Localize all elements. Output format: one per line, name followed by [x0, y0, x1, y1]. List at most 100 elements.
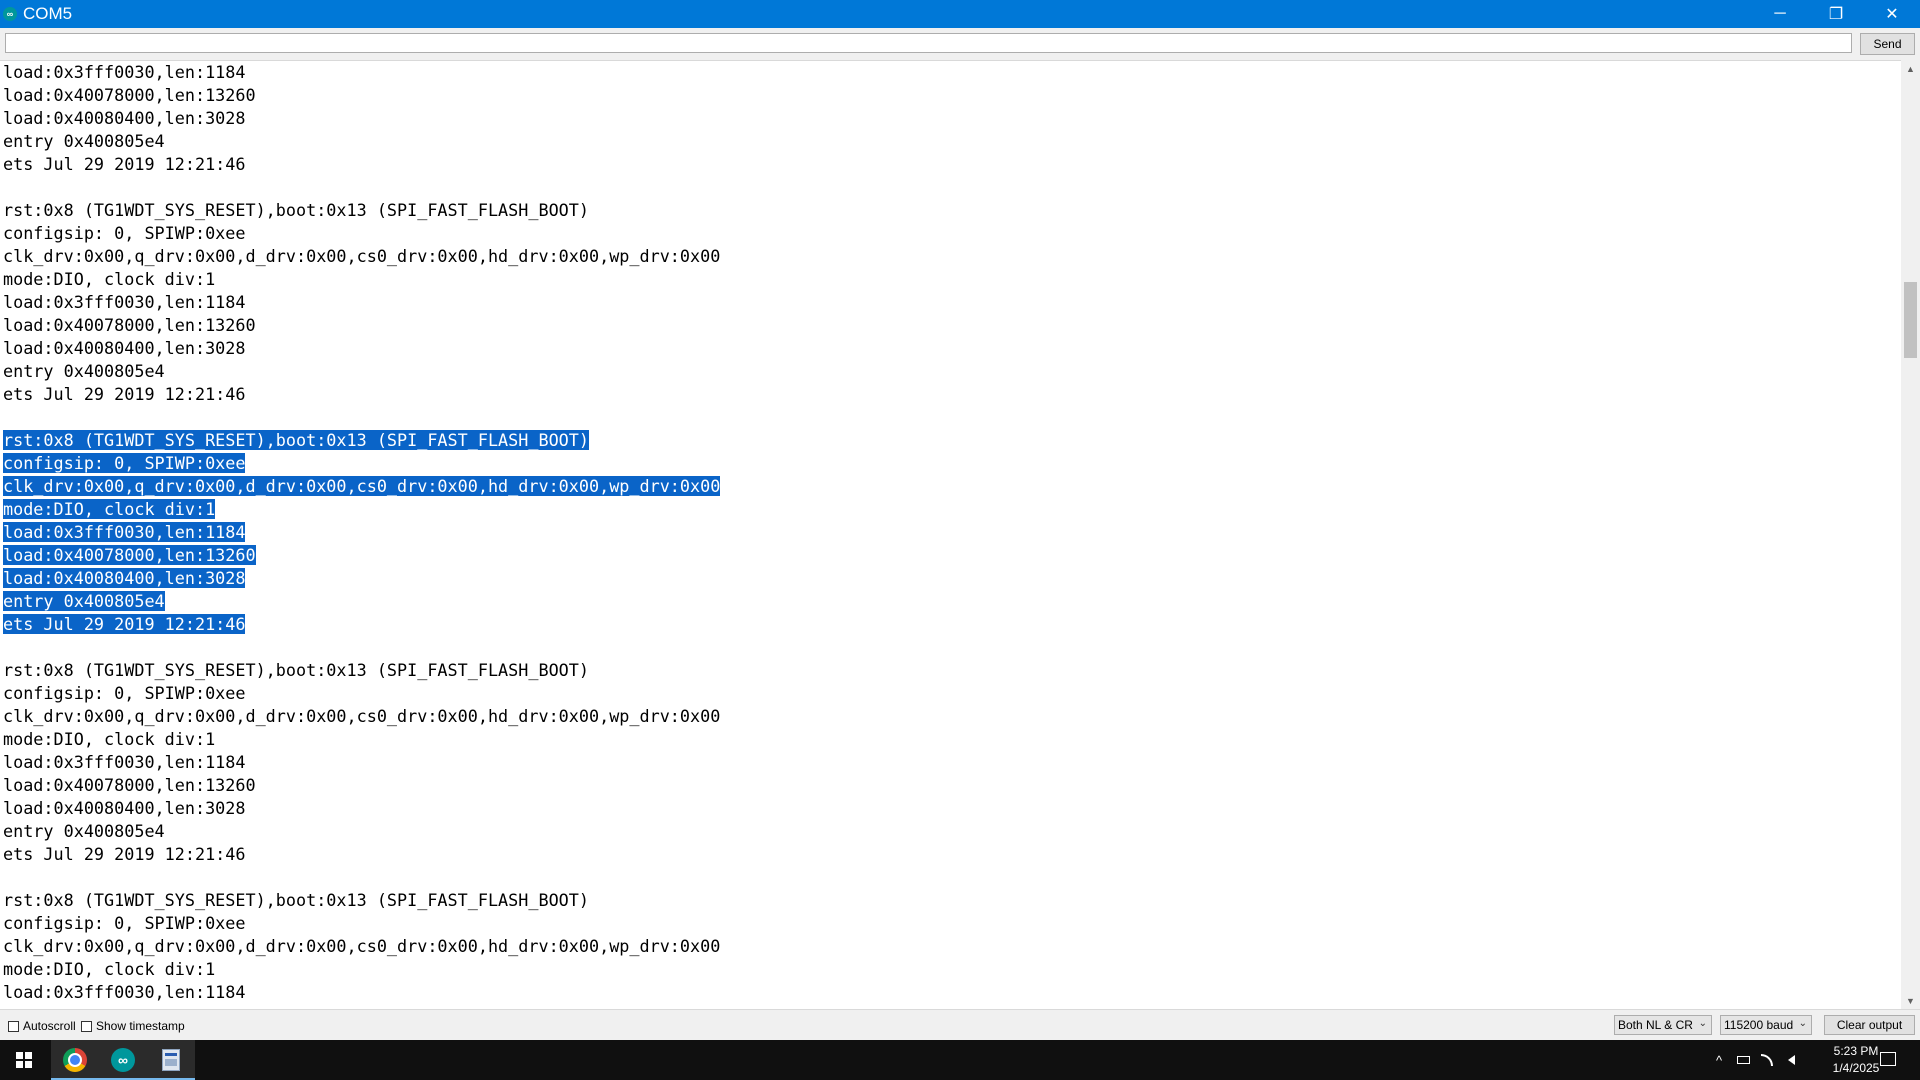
serial-output-line-text: load:0x3fff0030,len:1184 [3, 982, 246, 1002]
serial-output-line-text: entry 0x400805e4 [3, 821, 165, 841]
network-icon[interactable] [1756, 1040, 1778, 1080]
serial-output-line-text: load:0x40078000,len:13260 [3, 85, 256, 105]
serial-output-line: clk_drv:0x00,q_drv:0x00,d_drv:0x00,cs0_d… [0, 245, 1901, 268]
chevron-down-icon: ⌄ [1698, 1018, 1707, 1029]
title-bar: ∞ COM5 ─ ❐ ✕ [0, 0, 1920, 28]
windows-taskbar: ∞ ^ 5:23 PM 1/4/2025 [0, 1040, 1920, 1080]
serial-output-line: load:0x3fff0030,len:1184 [0, 521, 1901, 544]
send-button[interactable]: Send [1860, 33, 1915, 55]
serial-output-line: rst:0x8 (TG1WDT_SYS_RESET),boot:0x13 (SP… [0, 659, 1901, 682]
battery-icon[interactable] [1732, 1040, 1754, 1080]
serial-output-line-text: ets Jul 29 2019 12:21:46 [3, 384, 246, 404]
serial-output-line: ets Jul 29 2019 12:21:46 [0, 153, 1901, 176]
windows-start-icon [16, 1052, 32, 1068]
close-button[interactable]: ✕ [1864, 0, 1920, 28]
serial-output-line: load:0x40078000,len:13260 [0, 774, 1901, 797]
window-title: COM5 [23, 4, 73, 23]
checkbox-icon [8, 1020, 19, 1032]
serial-output-line: entry 0x400805e4 [0, 130, 1901, 153]
serial-output-line-text: entry 0x400805e4 [3, 361, 165, 381]
scroll-up-arrow-icon[interactable]: ▲ [1901, 60, 1920, 77]
serial-output-line-text: ets Jul 29 2019 12:21:46 [3, 614, 246, 634]
serial-output-line: load:0x40078000,len:13260 [0, 84, 1901, 107]
serial-output-line-text: load:0x40080400,len:3028 [3, 568, 246, 588]
serial-output-line-text: load:0x3fff0030,len:1184 [3, 522, 246, 542]
serial-output-line-text: configsip: 0, SPIWP:0xee [3, 683, 246, 703]
bottom-bar: Autoscroll Show timestamp Both NL & CR ⌄… [0, 1009, 1920, 1041]
autoscroll-checkbox[interactable]: Autoscroll [8, 1019, 76, 1033]
serial-output-line: load:0x3fff0030,len:1184 [0, 61, 1901, 84]
serial-output-line: load:0x40078000,len:13260 [0, 544, 1901, 567]
baud-rate-select[interactable]: 115200 baud ⌄ [1720, 1015, 1812, 1035]
serial-output-line: load:0x40080400,len:3028 [0, 797, 1901, 820]
chevron-down-icon: ⌄ [1798, 1018, 1807, 1029]
serial-output-line: load:0x40078000,len:13260 [0, 314, 1901, 337]
serial-output-line: load:0x40080400,len:3028 [0, 107, 1901, 130]
serial-output-line: mode:DIO, clock div:1 [0, 268, 1901, 291]
restore-button[interactable]: ❐ [1808, 0, 1864, 28]
serial-output-line: configsip: 0, SPIWP:0xee [0, 912, 1901, 935]
serial-output-line-text: mode:DIO, clock div:1 [3, 269, 216, 289]
serial-output-line-text: ets Jul 29 2019 12:21:46 [3, 154, 246, 174]
serial-output-line: load:0x3fff0030,len:1184 [0, 981, 1901, 1004]
chrome-icon [63, 1048, 87, 1072]
show-timestamp-label: Show timestamp [96, 1019, 185, 1033]
serial-output-line: load:0x40080400,len:3028 [0, 337, 1901, 360]
serial-output-line: entry 0x400805e4 [0, 360, 1901, 383]
autoscroll-label: Autoscroll [23, 1019, 76, 1033]
serial-output-line: clk_drv:0x00,q_drv:0x00,d_drv:0x00,cs0_d… [0, 705, 1901, 728]
serial-output-line [0, 866, 1901, 889]
arduino-icon: ∞ [111, 1048, 135, 1072]
serial-output-line: configsip: 0, SPIWP:0xee [0, 222, 1901, 245]
serial-output-line: load:0x3fff0030,len:1184 [0, 291, 1901, 314]
serial-output-line-text: rst:0x8 (TG1WDT_SYS_RESET),boot:0x13 (SP… [3, 890, 589, 910]
serial-output-line: mode:DIO, clock div:1 [0, 498, 1901, 521]
start-button[interactable] [0, 1040, 48, 1080]
serial-output-line-text: configsip: 0, SPIWP:0xee [3, 223, 246, 243]
serial-output-line [0, 176, 1901, 199]
serial-output-line: configsip: 0, SPIWP:0xee [0, 682, 1901, 705]
serial-output-line: ets Jul 29 2019 12:21:46 [0, 383, 1901, 406]
minimize-button[interactable]: ─ [1752, 0, 1808, 28]
serial-output-line-text: ets Jul 29 2019 12:21:46 [3, 844, 246, 864]
serial-output-line: load:0x40080400,len:3028 [0, 567, 1901, 590]
serial-output-line-text: load:0x40080400,len:3028 [3, 798, 246, 818]
serial-output-line-text: rst:0x8 (TG1WDT_SYS_RESET),boot:0x13 (SP… [3, 430, 589, 450]
line-ending-select[interactable]: Both NL & CR ⌄ [1614, 1015, 1712, 1035]
serial-output[interactable]: load:0x3fff0030,len:1184 load:0x40078000,… [0, 60, 1901, 1010]
serial-output-line-text: mode:DIO, clock div:1 [3, 499, 216, 519]
taskbar-arduino[interactable]: ∞ [99, 1040, 147, 1080]
show-timestamp-checkbox[interactable]: Show timestamp [81, 1019, 185, 1033]
serial-monitor-window-icon [162, 1049, 180, 1071]
taskbar-serial-monitor[interactable] [147, 1040, 195, 1080]
serial-output-line: mode:DIO, clock div:1 [0, 958, 1901, 981]
scroll-down-arrow-icon[interactable]: ▼ [1901, 992, 1920, 1009]
serial-output-line: entry 0x400805e4 [0, 820, 1901, 843]
serial-output-line: ets Jul 29 2019 12:21:46 [0, 613, 1901, 636]
line-ending-value: Both NL & CR [1618, 1018, 1693, 1032]
serial-output-line-text: load:0x40080400,len:3028 [3, 108, 246, 128]
serial-output-line-text: load:0x3fff0030,len:1184 [3, 752, 246, 772]
serial-output-line-text: mode:DIO, clock div:1 [3, 729, 216, 749]
serial-output-line [0, 406, 1901, 429]
tray-overflow-chevron-icon[interactable]: ^ [1708, 1040, 1730, 1080]
serial-output-line-text: rst:0x8 (TG1WDT_SYS_RESET),boot:0x13 (SP… [3, 200, 589, 220]
serial-output-line: rst:0x8 (TG1WDT_SYS_RESET),boot:0x13 (SP… [0, 429, 1901, 452]
serial-output-line-text: clk_drv:0x00,q_drv:0x00,d_drv:0x00,cs0_d… [3, 246, 721, 266]
serial-output-line-text: rst:0x8 (TG1WDT_SYS_RESET),boot:0x13 (SP… [3, 660, 589, 680]
serial-output-line-text: configsip: 0, SPIWP:0xee [3, 453, 246, 473]
arduino-app-icon: ∞ [3, 7, 17, 21]
serial-output-line: entry 0x400805e4 [0, 590, 1901, 613]
serial-output-line-text: clk_drv:0x00,q_drv:0x00,d_drv:0x00,cs0_d… [3, 936, 721, 956]
scrollbar-thumb[interactable] [1904, 282, 1917, 358]
clear-output-button[interactable]: Clear output [1824, 1015, 1915, 1035]
serial-output-line: load:0x3fff0030,len:1184 [0, 751, 1901, 774]
taskbar-chrome[interactable] [51, 1040, 99, 1080]
send-input[interactable] [5, 33, 1852, 53]
vertical-scrollbar[interactable]: ▲ ▼ [1901, 60, 1920, 1009]
notifications-icon[interactable] [1880, 1052, 1896, 1066]
serial-output-line-text: mode:DIO, clock div:1 [3, 959, 216, 979]
volume-icon[interactable] [1780, 1040, 1802, 1080]
serial-output-line-text: clk_drv:0x00,q_drv:0x00,d_drv:0x00,cs0_d… [3, 706, 721, 726]
serial-output-line-text: clk_drv:0x00,q_drv:0x00,d_drv:0x00,cs0_d… [3, 476, 721, 496]
